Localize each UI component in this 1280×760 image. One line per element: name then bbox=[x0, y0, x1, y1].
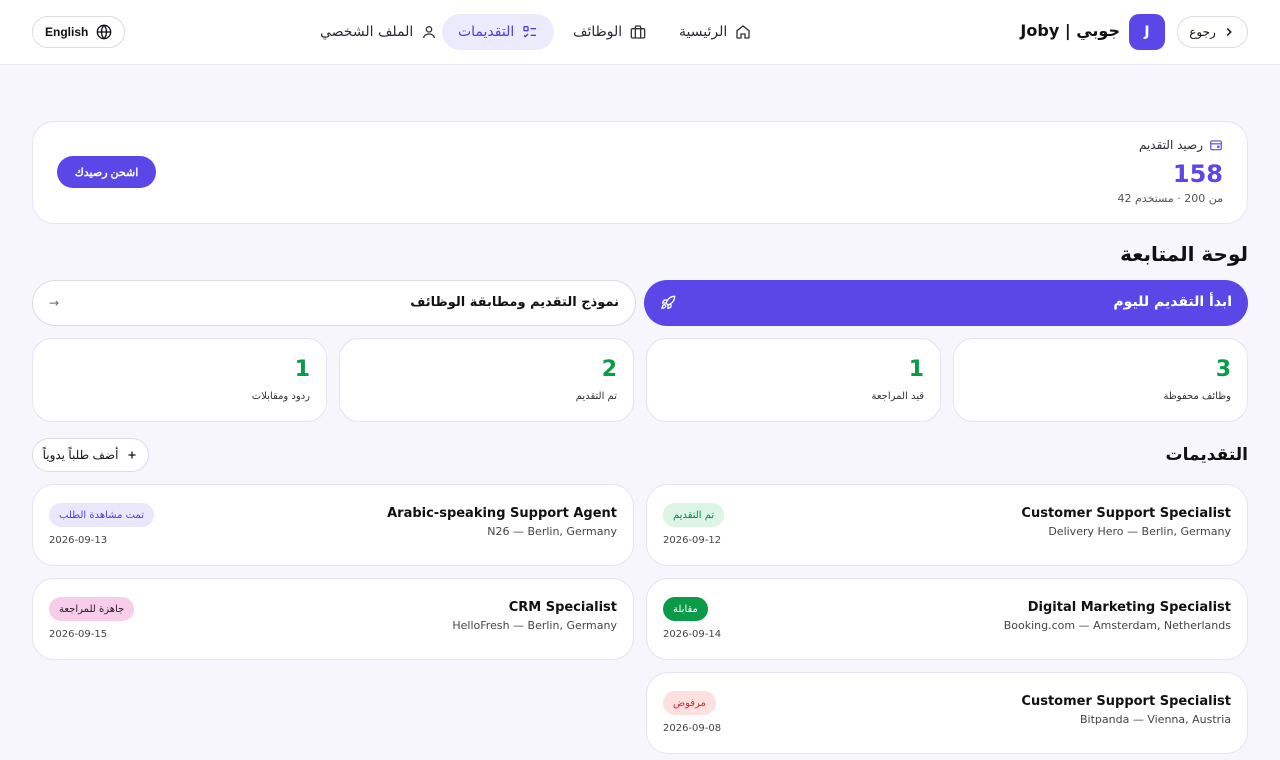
nav-home[interactable]: الرئيسية bbox=[663, 14, 767, 50]
application-title: Digital Marketing Specialist bbox=[1027, 600, 1231, 615]
nav-jobs-label: الوظائف bbox=[573, 24, 623, 40]
application-company: N26 — Berlin, Germany bbox=[487, 525, 617, 538]
brand-logo: J bbox=[1129, 14, 1165, 50]
application-title: Arabic-speaking Support Agent bbox=[387, 506, 617, 521]
stat-label: قيد المراجعة bbox=[871, 391, 925, 402]
application-date: 2026-09-14 bbox=[663, 629, 722, 640]
application-date: 2026-09-08 bbox=[663, 723, 722, 734]
status-badge: جاهزة للمراجعة bbox=[49, 597, 135, 621]
list-check-icon bbox=[523, 25, 537, 38]
nav-jobs[interactable]: الوظائف bbox=[557, 14, 662, 50]
status-badge: مقابلة bbox=[663, 597, 708, 621]
balance-value: 158 bbox=[1172, 160, 1223, 188]
rocket-icon bbox=[661, 295, 676, 310]
language-switch-button[interactable]: English bbox=[32, 16, 126, 48]
language-label: English bbox=[45, 25, 89, 39]
balance-label-row: رصيد التقديم bbox=[1139, 138, 1223, 152]
stat-under-review[interactable]: 1 قيد المراجعة bbox=[646, 338, 941, 422]
application-date: 2026-09-15 bbox=[49, 629, 108, 640]
nav-applications[interactable]: التقديمات bbox=[442, 14, 555, 50]
application-card[interactable]: Digital Marketing Specialist Booking.com… bbox=[646, 578, 1248, 660]
arrow-right-icon: → bbox=[49, 296, 60, 310]
stat-label: ردود ومقابلات bbox=[251, 391, 310, 402]
top-header: English الملف الشخصي التقديمات الوظائف ا… bbox=[0, 0, 1280, 65]
application-title: Customer Support Specialist bbox=[1021, 506, 1231, 521]
start-today-button[interactable]: ابدأ التقديم لليوم bbox=[644, 280, 1248, 326]
stat-saved-jobs[interactable]: 3 وظائف محفوظة bbox=[953, 338, 1248, 422]
stat-value: 3 bbox=[1215, 357, 1231, 382]
application-date: 2026-09-12 bbox=[663, 535, 722, 546]
nav-profile[interactable]: الملف الشخصي bbox=[304, 14, 453, 50]
dashboard-title: لوحة المتابعة bbox=[1120, 242, 1248, 266]
application-date: 2026-09-13 bbox=[49, 535, 108, 546]
globe-icon bbox=[97, 24, 112, 40]
briefcase-icon bbox=[630, 25, 646, 39]
wallet-icon bbox=[1210, 140, 1222, 151]
application-card[interactable]: Customer Support Specialist Delivery Her… bbox=[646, 484, 1248, 566]
nav-home-label: الرئيسية bbox=[679, 24, 728, 40]
brand-name: Joby | جوبي bbox=[1020, 21, 1120, 40]
add-manual-application-button[interactable]: أضف طلباً يدوياً bbox=[32, 438, 149, 472]
application-card[interactable]: CRM Specialist HelloFresh — Berlin, Germ… bbox=[32, 578, 634, 660]
application-template-button[interactable]: نموذج التقديم ومطابقة الوظائف → bbox=[32, 280, 636, 326]
application-title: CRM Specialist bbox=[508, 600, 617, 615]
stat-label: وظائف محفوظة bbox=[1163, 391, 1231, 402]
balance-card: رصيد التقديم 158 من 200 · مستخدم 42 اشحن… bbox=[32, 121, 1248, 224]
status-badge: تم التقديم bbox=[663, 503, 725, 527]
home-icon bbox=[736, 25, 750, 39]
applications-title: التقديمات bbox=[1165, 445, 1248, 465]
stat-value: 1 bbox=[908, 357, 924, 382]
application-title: Customer Support Specialist bbox=[1021, 694, 1231, 709]
balance-usage: من 200 · مستخدم 42 bbox=[1117, 192, 1223, 205]
stat-value: 2 bbox=[601, 357, 617, 382]
stat-responses-interviews[interactable]: 1 ردود ومقابلات bbox=[32, 338, 327, 422]
balance-label: رصيد التقديم bbox=[1138, 138, 1203, 152]
start-today-label: ابدأ التقديم لليوم bbox=[1113, 294, 1232, 310]
application-card[interactable]: Customer Support Specialist Bitpanda — V… bbox=[646, 672, 1248, 754]
application-company: Delivery Hero — Berlin, Germany bbox=[1048, 525, 1231, 538]
application-company: Booking.com — Amsterdam, Netherlands bbox=[1003, 619, 1231, 632]
back-label: رجوع bbox=[1189, 25, 1216, 39]
user-icon bbox=[423, 26, 436, 39]
nav-profile-label: الملف الشخصي bbox=[320, 24, 414, 40]
topup-button[interactable]: اشحن رصيدك bbox=[57, 156, 156, 188]
back-button[interactable]: رجوع bbox=[1177, 16, 1248, 48]
status-badge: تمت مشاهدة الطلب bbox=[49, 503, 154, 527]
stat-value: 1 bbox=[294, 357, 310, 382]
stat-submitted[interactable]: 2 تم التقديم bbox=[339, 338, 634, 422]
application-company: HelloFresh — Berlin, Germany bbox=[452, 619, 617, 632]
template-label: نموذج التقديم ومطابقة الوظائف bbox=[410, 295, 619, 310]
status-badge: مرفوض bbox=[663, 691, 716, 715]
application-card[interactable]: Arabic-speaking Support Agent N26 — Berl… bbox=[32, 484, 634, 566]
chevron-right-icon bbox=[1226, 27, 1232, 37]
plus-icon bbox=[128, 451, 136, 459]
nav-applications-label: التقديمات bbox=[458, 24, 515, 40]
application-company: Bitpanda — Vienna, Austria bbox=[1080, 713, 1231, 726]
add-manual-label: أضف طلباً يدوياً bbox=[42, 448, 119, 462]
stat-label: تم التقديم bbox=[575, 391, 617, 402]
